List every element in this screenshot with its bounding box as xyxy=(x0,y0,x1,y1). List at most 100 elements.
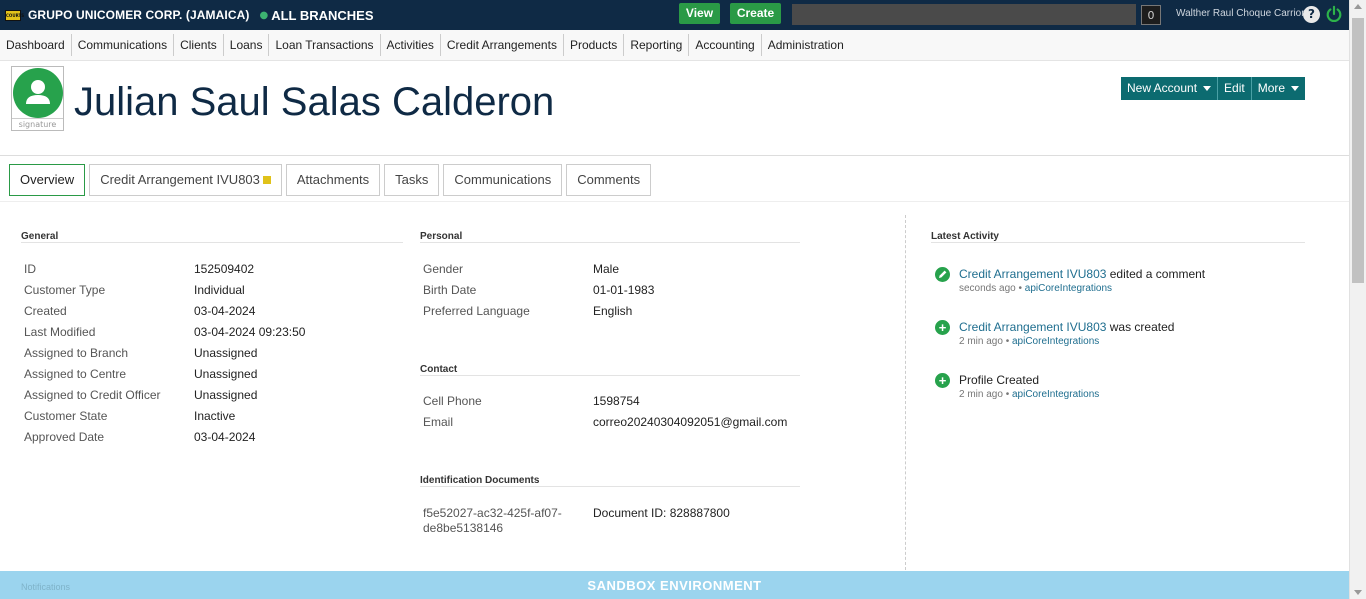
tab-comments[interactable]: Comments xyxy=(566,164,652,196)
branch-selector[interactable]: ALL BRANCHES xyxy=(271,8,373,23)
activity-link[interactable]: Credit Arrangement IVU803 xyxy=(959,267,1106,281)
personal-section-title: Personal xyxy=(420,231,463,242)
birth-date-value: 01-01-1983 xyxy=(593,283,655,297)
view-button[interactable]: View xyxy=(679,3,720,24)
activity-description: was created xyxy=(1106,320,1175,334)
activity-time: 2 min ago xyxy=(959,389,1003,400)
column-divider xyxy=(905,215,906,575)
id-value: 152509402 xyxy=(194,262,255,276)
search-input[interactable] xyxy=(792,4,1136,25)
document-id-value: Document ID: 828887800 xyxy=(593,506,730,520)
power-icon[interactable] xyxy=(1325,5,1343,23)
identification-divider xyxy=(420,486,800,487)
personal-divider xyxy=(420,242,800,243)
nav-credit-arrangements[interactable]: Credit Arrangements xyxy=(441,34,564,56)
header-divider xyxy=(0,155,1349,156)
avatar[interactable]: signature xyxy=(11,66,64,131)
cell-phone-label: Cell Phone xyxy=(423,394,482,408)
activity-description: edited a comment xyxy=(1106,267,1206,281)
scroll-down-icon[interactable] xyxy=(1354,590,1362,595)
customer-type-label: Customer Type xyxy=(24,283,106,297)
email-link[interactable]: correo20240304092051@gmail.com xyxy=(593,415,787,429)
activity-meta: 2 min ago • apiCoreIntegrations xyxy=(959,389,1099,400)
nav-loans[interactable]: Loans xyxy=(224,34,270,56)
signature-label[interactable]: signature xyxy=(12,118,63,130)
help-icon[interactable]: ? xyxy=(1303,6,1320,23)
chevron-down-icon xyxy=(1291,86,1300,91)
customer-state-value: Inactive xyxy=(194,409,236,423)
separator: • xyxy=(1002,389,1012,400)
activity-user-link[interactable]: apiCoreIntegrations xyxy=(1012,389,1099,400)
tab-attachments[interactable]: Attachments xyxy=(285,164,381,196)
organization-name[interactable]: GRUPO UNICOMER CORP. (JAMAICA) xyxy=(28,8,249,22)
nav-clients[interactable]: Clients xyxy=(174,34,224,56)
birth-date-label: Birth Date xyxy=(423,283,477,297)
email-label: Email xyxy=(423,415,454,429)
notification-count[interactable]: 0 xyxy=(1141,5,1161,25)
general-section-title: General xyxy=(21,231,59,242)
last-modified-label: Last Modified xyxy=(24,325,96,339)
approved-date-value: 03-04-2024 xyxy=(194,430,256,444)
tab-label: Credit Arrangement IVU803 xyxy=(100,172,260,187)
gender-value: Male xyxy=(593,262,620,276)
edit-button[interactable]: Edit xyxy=(1218,77,1252,100)
activity-user-link[interactable]: apiCoreIntegrations xyxy=(1025,283,1112,294)
sandbox-label: SANDBOX ENVIRONMENT xyxy=(587,578,762,593)
assigned-branch-label: Assigned to Branch xyxy=(24,346,129,360)
tabs-divider xyxy=(0,201,1349,202)
general-divider xyxy=(21,242,403,243)
document-key-line2: de8be5138146 xyxy=(423,521,504,535)
create-button[interactable]: Create xyxy=(730,3,781,24)
nav-administration[interactable]: Administration xyxy=(762,34,850,56)
tab-overview[interactable]: Overview xyxy=(9,164,86,196)
assigned-branch-value: Unassigned xyxy=(194,346,258,360)
tab-credit-arrangement[interactable]: Credit Arrangement IVU803 xyxy=(89,164,282,196)
activity-text: Credit Arrangement IVU803 was created xyxy=(959,320,1174,334)
user-name[interactable]: Walther Raul Choque Carrion xyxy=(1176,8,1307,19)
preferred-language-label: Preferred Language xyxy=(423,304,530,318)
more-button[interactable]: More xyxy=(1252,77,1305,100)
assigned-centre-value: Unassigned xyxy=(194,367,258,381)
activity-section-title: Latest Activity xyxy=(931,231,999,242)
page-title: Julian Saul Salas Calderon xyxy=(74,80,555,124)
nav-communications[interactable]: Communications xyxy=(72,34,175,56)
plus-icon: + xyxy=(935,320,950,335)
last-modified-value: 03-04-2024 09:23:50 xyxy=(194,325,306,339)
plus-icon: + xyxy=(935,373,950,388)
tab-communications[interactable]: Communications xyxy=(443,164,563,196)
user-avatar-icon xyxy=(13,68,63,118)
assigned-officer-value: Unassigned xyxy=(194,388,258,402)
activity-link[interactable]: Credit Arrangement IVU803 xyxy=(959,320,1106,334)
edit-icon xyxy=(935,267,950,282)
separator: • xyxy=(1015,283,1025,294)
new-account-button[interactable]: New Account xyxy=(1121,77,1219,100)
identification-section-title: Identification Documents xyxy=(420,475,540,486)
nav-accounting[interactable]: Accounting xyxy=(689,34,762,56)
nav-reporting[interactable]: Reporting xyxy=(624,34,690,56)
nav-activities[interactable]: Activities xyxy=(381,34,441,56)
activity-user-link[interactable]: apiCoreIntegrations xyxy=(1012,336,1099,347)
nav-products[interactable]: Products xyxy=(564,34,625,56)
cell-phone-value: 1598754 xyxy=(593,394,640,408)
scroll-up-icon[interactable] xyxy=(1354,4,1362,9)
sandbox-banner: Notifications SANDBOX ENVIRONMENT xyxy=(0,571,1349,599)
contact-section-title: Contact xyxy=(420,364,458,375)
separator: • xyxy=(1002,336,1012,347)
preferred-language-value: English xyxy=(593,304,633,318)
vertical-scrollbar[interactable] xyxy=(1349,0,1366,599)
id-label: ID xyxy=(24,262,36,276)
assigned-centre-label: Assigned to Centre xyxy=(24,367,127,381)
nav-loan-transactions[interactable]: Loan Transactions xyxy=(269,34,381,56)
activity-meta: seconds ago • apiCoreIntegrations xyxy=(959,283,1112,294)
approved-date-label: Approved Date xyxy=(24,430,105,444)
scrollbar-thumb[interactable] xyxy=(1352,18,1364,283)
nav-dashboard[interactable]: Dashboard xyxy=(0,34,72,56)
activity-divider xyxy=(931,242,1305,243)
new-account-label: New Account xyxy=(1127,81,1198,95)
tab-bar: Overview Credit Arrangement IVU803 Attac… xyxy=(9,164,655,196)
activity-description: Profile Created xyxy=(959,373,1040,387)
tab-tasks[interactable]: Tasks xyxy=(384,164,440,196)
gender-label: Gender xyxy=(423,262,464,276)
customer-state-label: Customer State xyxy=(24,409,108,423)
main-nav: Dashboard Communications Clients Loans L… xyxy=(0,30,1349,61)
